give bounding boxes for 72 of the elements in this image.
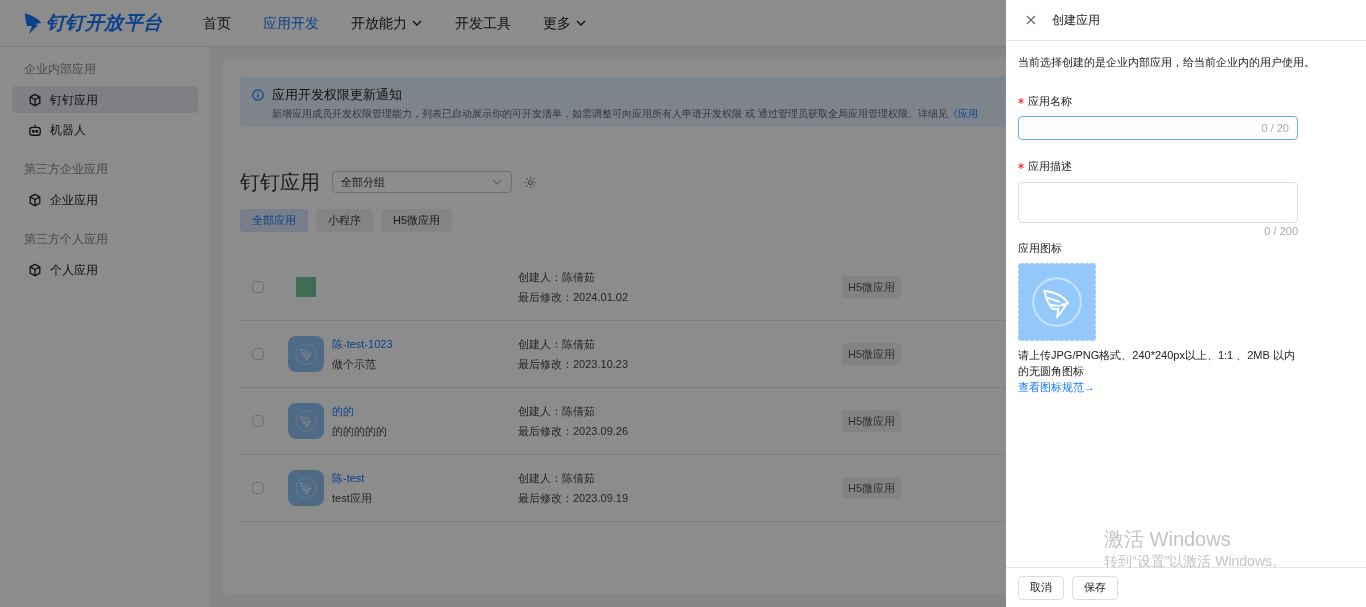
checkbox[interactable] xyxy=(252,348,264,360)
icon-upload-area[interactable] xyxy=(1018,262,1096,341)
app-icon xyxy=(288,403,324,439)
sidebar-group-title: 第三方企业应用 xyxy=(23,161,109,178)
field-label: 应用图标 xyxy=(1018,241,1063,256)
sidebar-item[interactable]: 机器人 xyxy=(12,116,198,143)
app-type-tag: H5微应用 xyxy=(842,409,902,433)
logo[interactable]: 钉钉开放平台 xyxy=(24,8,163,38)
input-field[interactable]: 0 / 20 xyxy=(1018,116,1298,140)
char-counter: 0 / 20 xyxy=(1261,120,1289,136)
nav-tab[interactable]: 更多 xyxy=(542,12,587,34)
app-icon xyxy=(288,336,324,372)
sidebar-item[interactable]: 个人应用 xyxy=(12,256,198,283)
sidebar-item[interactable]: 钉钉应用 xyxy=(12,86,198,113)
app-icon xyxy=(288,470,324,506)
app-type-tag: H5微应用 xyxy=(842,476,902,500)
filter-tab[interactable]: H5微应用 xyxy=(381,209,453,232)
sidebar-group-title: 第三方个人应用 xyxy=(23,231,109,248)
checkbox[interactable] xyxy=(252,415,264,427)
filter-tab[interactable]: 小程序 xyxy=(316,209,373,232)
cube-icon xyxy=(28,192,42,207)
footer-button[interactable]: 取消 xyxy=(1018,575,1064,600)
creator-text: 创建人：陈倩茹 xyxy=(518,403,596,419)
drawer-title: 创建应用 xyxy=(1052,12,1100,29)
app-name[interactable]: 的的 xyxy=(332,402,512,419)
app-description: 做个示范 xyxy=(332,357,377,372)
app-type-tag: H5微应用 xyxy=(842,342,902,366)
sidebar-group-title: 企业内部应用 xyxy=(23,61,97,78)
notice-title: 应用开发权限更新通知 xyxy=(272,86,402,104)
field-label: 应用描述 xyxy=(1028,159,1072,174)
modified-date: 最后修改：2023.09.19 xyxy=(518,491,630,506)
char-counter: 0 / 200 xyxy=(1263,223,1298,239)
wing-logo-icon xyxy=(24,12,42,34)
notice-link[interactable]: 《应用 xyxy=(947,107,978,119)
notice-text: 新增应用成员开发权限管理能力，列表已自动展示你的可开发清单，如需调整可向应用所有人申请开发权限 或 通过管理员获取全局应用管理权限。详细见《应用 xyxy=(271,106,978,121)
creator-text: 创建人：陈倩茹 xyxy=(518,336,596,352)
icon-guide-link[interactable]: 查看图标规范→ xyxy=(1018,378,1095,395)
logo-text: 钉钉开放平台 xyxy=(46,10,163,35)
intro-text: 当前选择创建的是企业内部应用，给当前企业内的用户使用。 xyxy=(1018,55,1316,70)
checkbox[interactable] xyxy=(252,482,264,494)
group-select[interactable]: 全部分组 xyxy=(332,171,512,193)
field-label: 应用名称 xyxy=(1028,93,1072,109)
sidebar-item[interactable]: 企业应用 xyxy=(12,186,198,213)
app-name[interactable]: 陈-test xyxy=(332,469,512,486)
close-button[interactable] xyxy=(1026,15,1036,25)
cube-icon xyxy=(28,92,42,107)
footer-button[interactable]: 保存 xyxy=(1072,575,1118,600)
activation-title: 激活 Windows xyxy=(1104,527,1232,551)
app-icon xyxy=(296,277,316,297)
app-description: 的的的的的 xyxy=(332,424,388,439)
section-title: 钉钉应用 xyxy=(240,170,320,195)
textarea-field[interactable] xyxy=(1018,181,1298,223)
cube-icon xyxy=(28,262,42,277)
nav-tab[interactable]: 开放能力 xyxy=(350,12,423,34)
checkbox[interactable] xyxy=(252,281,264,293)
activation-text: 转到“设置”以激活 Windows。 xyxy=(1104,552,1286,571)
app-description: test应用 xyxy=(332,491,373,506)
modified-date: 最后修改：2023.10.23 xyxy=(518,357,630,372)
nav-tab[interactable]: 首页 xyxy=(202,12,231,34)
modified-date: 最后修改：2023.09.26 xyxy=(518,424,630,439)
app-type-tag: H5微应用 xyxy=(842,275,902,299)
creator-text: 创建人：陈倩茹 xyxy=(518,269,596,285)
info-icon xyxy=(252,88,264,101)
filter-tab[interactable]: 全部应用 xyxy=(240,209,308,232)
upload-hint: 请上传JPG/PNG格式、240*240px以上、1:1 、2MB 以内的无圆角图标 xyxy=(1018,347,1296,379)
robot-icon xyxy=(28,122,42,137)
modified-date: 最后修改：2024.01.02 xyxy=(518,290,630,305)
settings-icon[interactable] xyxy=(524,175,537,189)
app-name[interactable]: 陈-test-1023 xyxy=(332,335,512,352)
nav-tab[interactable]: 开发工具 xyxy=(454,12,511,34)
nav-tab[interactable]: 应用开发 xyxy=(262,12,319,34)
creator-text: 创建人：陈倩茹 xyxy=(518,470,596,486)
